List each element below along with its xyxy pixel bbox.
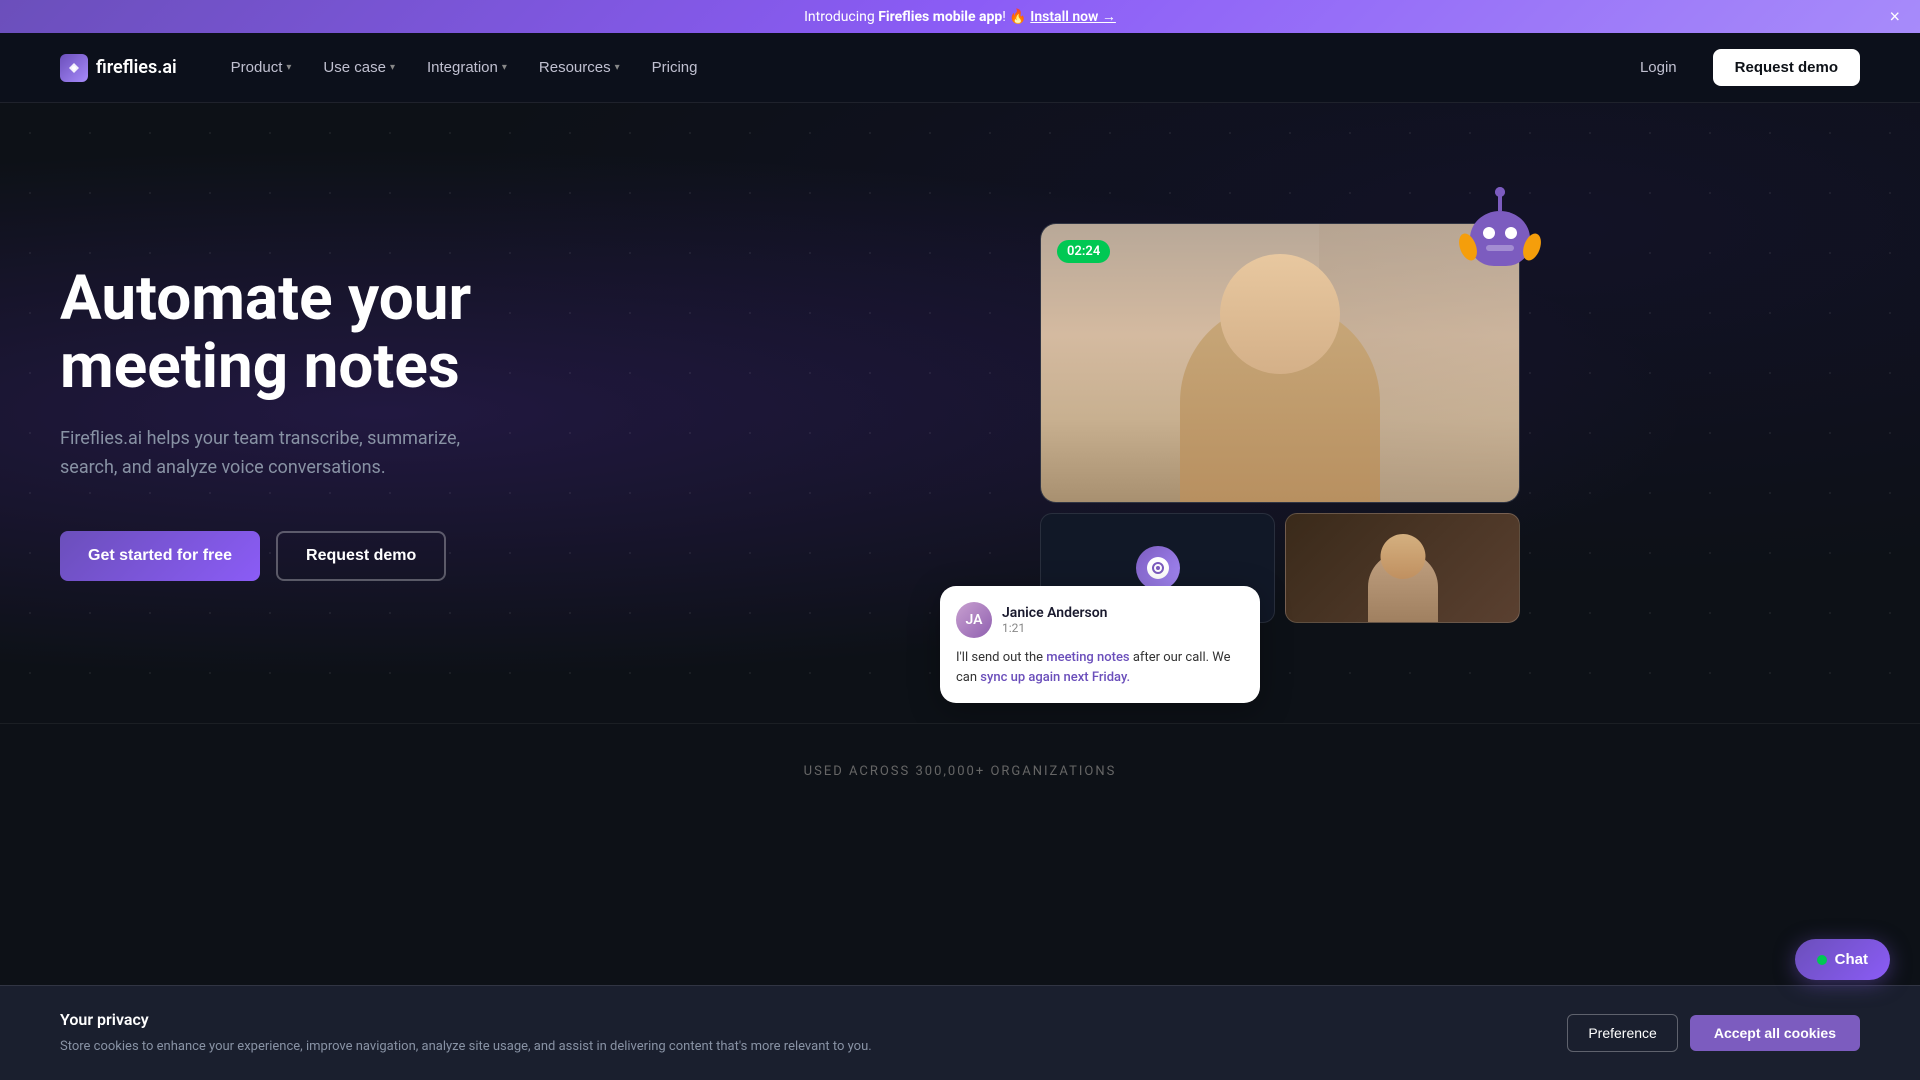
cookie-buttons: Preference Accept all cookies: [1567, 1014, 1860, 1052]
chat-timestamp: 1:21: [1002, 621, 1107, 635]
nav-links: Product ▾ Use case ▾ Integration ▾ Resou…: [217, 51, 1620, 84]
hero-content: Automate your meeting notes Fireflies.ai…: [60, 265, 640, 581]
top-banner: Introducing Fireflies mobile app! 🔥 Inst…: [0, 0, 1920, 33]
avatar: JA: [956, 602, 992, 638]
banner-text: Introducing Fireflies mobile app! 🔥 Inst…: [804, 8, 1116, 25]
chevron-down-icon: ▾: [615, 62, 620, 73]
hero-subtitle: Fireflies.ai helps your team transcribe,…: [60, 425, 480, 483]
chevron-down-icon: ▾: [502, 62, 507, 73]
cookie-description: Store cookies to enhance your experience…: [60, 1037, 1507, 1057]
nav-item-usecase[interactable]: Use case ▾: [309, 51, 409, 84]
request-demo-button[interactable]: Request demo: [1713, 49, 1860, 86]
logo-icon: [60, 54, 88, 82]
login-button[interactable]: Login: [1620, 51, 1697, 84]
logo[interactable]: fireflies.ai: [60, 54, 177, 82]
chat-message: I'll send out the meeting notes after ou…: [956, 648, 1244, 687]
navbar: fireflies.ai Product ▾ Use case ▾ Integr…: [0, 33, 1920, 103]
chat-bubble-header: JA Janice Anderson 1:21: [956, 602, 1244, 638]
hero-section: Automate your meeting notes Fireflies.ai…: [0, 103, 1920, 723]
hero-title: Automate your meeting notes: [60, 265, 640, 401]
chevron-down-icon: ▾: [286, 62, 291, 73]
robot-mascot: [1460, 193, 1550, 283]
hero-buttons: Get started for free Request demo: [60, 531, 640, 581]
chat-bubble: JA Janice Anderson 1:21 I'll send out th…: [940, 586, 1260, 703]
stats-label: USED ACROSS 300,000+ ORGANIZATIONS: [60, 764, 1860, 779]
preference-button[interactable]: Preference: [1567, 1014, 1677, 1052]
nav-item-integration[interactable]: Integration ▾: [413, 51, 521, 84]
accept-cookies-button[interactable]: Accept all cookies: [1690, 1015, 1860, 1051]
nav-item-product[interactable]: Product ▾: [217, 51, 306, 84]
cookie-title: Your privacy: [60, 1010, 1507, 1029]
video-demo-container: 02:24 JA Janice Anderson 1:21: [1040, 223, 1520, 623]
nav-item-resources[interactable]: Resources ▾: [525, 51, 634, 84]
stats-section: USED ACROSS 300,000+ ORGANIZATIONS: [0, 723, 1920, 849]
cookie-banner: Your privacy Store cookies to enhance yo…: [0, 985, 1920, 1080]
chat-widget-button[interactable]: Chat: [1795, 939, 1890, 980]
get-started-button[interactable]: Get started for free: [60, 531, 260, 581]
video-timer: 02:24: [1057, 240, 1110, 263]
request-demo-button-hero[interactable]: Request demo: [276, 531, 446, 581]
nav-item-pricing[interactable]: Pricing: [638, 51, 712, 84]
nav-right: Login Request demo: [1620, 49, 1860, 86]
chat-online-indicator: [1817, 955, 1827, 965]
banner-install-link[interactable]: Install now →: [1030, 9, 1116, 25]
cookie-text: Your privacy Store cookies to enhance yo…: [60, 1010, 1507, 1057]
participant-video: [1285, 513, 1520, 623]
banner-close-button[interactable]: ×: [1889, 6, 1900, 27]
main-video: 02:24: [1040, 223, 1520, 503]
hero-visual: 02:24 JA Janice Anderson 1:21: [640, 223, 1860, 623]
logo-text: fireflies.ai: [96, 57, 177, 78]
notetaker-logo: [1136, 546, 1180, 590]
chat-widget-label: Chat: [1835, 951, 1868, 968]
chevron-down-icon: ▾: [390, 62, 395, 73]
chat-person-name: Janice Anderson: [1002, 605, 1107, 621]
